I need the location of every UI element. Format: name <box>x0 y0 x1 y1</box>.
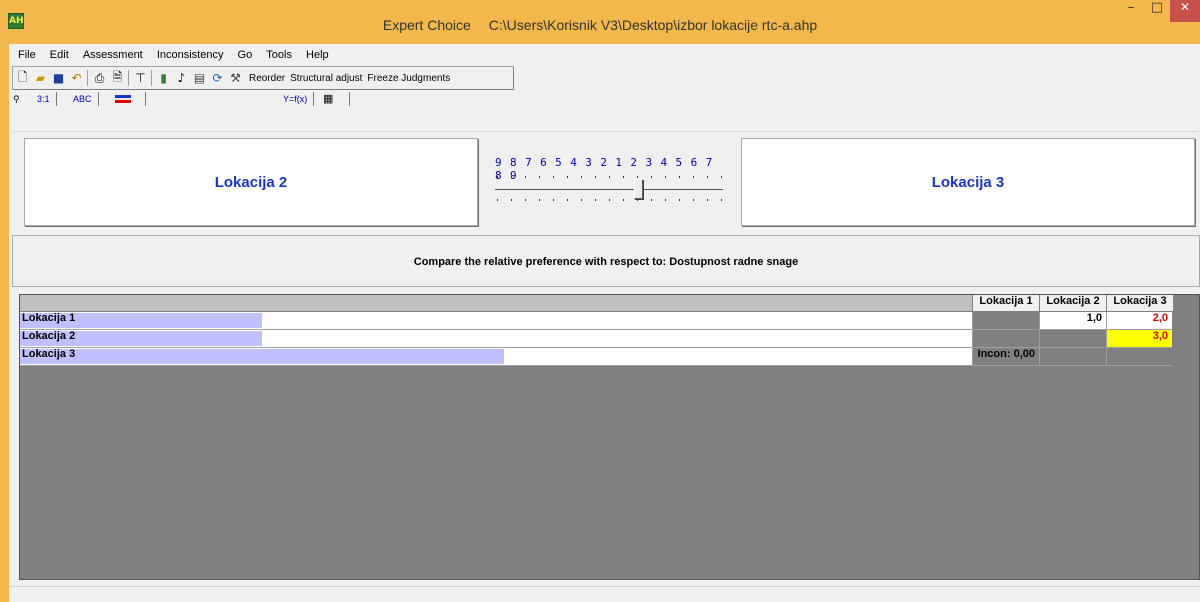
file-path: C:\Users\Korisnik V3\Desktop\izbor lokac… <box>488 17 818 33</box>
menu-bar: File Edit Assessment Inconsistency Go To… <box>9 44 1200 64</box>
comparison-mode-tabs: ⚲ 3:1 ABC Y=f(x) ▦ <box>9 92 1200 108</box>
matrix-cell[interactable]: 1,0 <box>1039 312 1106 329</box>
print-icon[interactable]: ⎙ <box>91 70 108 86</box>
reorder-button[interactable]: Reorder <box>249 73 285 84</box>
table-row[interactable]: Lokacija 1 1,0 2,0 <box>20 312 1172 330</box>
menu-tools[interactable]: Tools <box>266 49 292 61</box>
right-item-label: Lokacija 3 <box>931 173 1005 191</box>
new-file-icon[interactable]: 🗋 <box>14 70 31 86</box>
menu-assessment[interactable]: Assessment <box>83 49 143 61</box>
toolbar: 🗋 ▰ ■ ↶ ⎙ 🗎 ⊤ ▮ ♪ ▤ ⟳ ⚒ Reorder Structur… <box>12 66 514 90</box>
toolbar-separator <box>87 70 88 86</box>
slider-track[interactable] <box>495 189 723 190</box>
matrix-cell[interactable] <box>972 312 1039 329</box>
close-button[interactable]: ✕ <box>1170 0 1200 22</box>
menu-edit[interactable]: Edit <box>50 49 69 61</box>
tab-table[interactable]: ▦ <box>319 92 350 106</box>
save-icon[interactable]: ■ <box>50 70 67 86</box>
matrix-header: Lokacija 1 Lokacija 2 Lokacija 3 <box>20 295 1173 312</box>
tab-formula[interactable]: Y=f(x) <box>279 92 315 106</box>
right-item-box[interactable]: Lokacija 3 <box>741 138 1195 226</box>
calculator-icon[interactable]: ▮ <box>155 70 172 86</box>
matrix-cell[interactable]: 2,0 <box>1106 312 1172 329</box>
status-bar <box>9 586 1200 602</box>
row-label: Lokacija 2 <box>22 330 76 342</box>
scale-minor-ticks <box>497 199 723 203</box>
magic-wand-icon[interactable]: ⚒ <box>227 70 244 86</box>
left-item-box[interactable]: Lokacija 2 <box>24 138 478 226</box>
left-item-label: Lokacija 2 <box>214 173 288 191</box>
title-bar[interactable]: AH Expert Choice C:\Users\Korisnik V3\Des… <box>0 0 1200 44</box>
inconsistency-ratio: Incon: 0,00 <box>972 348 1039 365</box>
row-label: Lokacija 1 <box>22 312 76 324</box>
row-label: Lokacija 3 <box>22 348 76 360</box>
maximize-button[interactable]: □ <box>1144 0 1170 22</box>
refresh-icon[interactable]: ⟳ <box>209 70 226 86</box>
minimize-button[interactable]: – <box>1118 0 1144 22</box>
tab-numeric[interactable]: 3:1 <box>33 92 57 106</box>
binoculars-icon[interactable]: ⚲ <box>13 92 31 106</box>
grid-icon[interactable]: ▤ <box>191 70 208 86</box>
comparison-prompt: Compare the relative preference with res… <box>413 256 799 268</box>
column-header-lokacija-3[interactable]: Lokacija 3 <box>1106 295 1173 311</box>
matrix-cell[interactable] <box>1039 330 1106 347</box>
open-folder-icon[interactable]: ▰ <box>32 70 49 86</box>
menu-go[interactable]: Go <box>238 49 253 61</box>
table-row[interactable]: Lokacija 2 3,0 <box>20 330 1172 348</box>
app-name: Expert Choice <box>382 17 471 33</box>
tab-graphical[interactable] <box>109 92 146 106</box>
table-row[interactable]: Lokacija 3 Incon: 0,00 <box>20 348 1172 366</box>
matrix-cell-selected[interactable]: 3,0 <box>1106 330 1172 347</box>
hierarchy-icon[interactable]: ⊤ <box>132 70 149 86</box>
column-header-lokacija-1[interactable]: Lokacija 1 <box>972 295 1039 311</box>
undo-icon[interactable]: ↶ <box>68 70 85 86</box>
matrix-cell[interactable] <box>1106 348 1172 365</box>
matrix-cell[interactable] <box>1039 348 1106 365</box>
toolbar-separator <box>151 70 152 86</box>
menu-inconsistency[interactable]: Inconsistency <box>157 49 224 61</box>
window-title: Expert Choice C:\Users\Korisnik V3\Deskto… <box>0 17 1200 33</box>
priority-bar <box>20 349 504 364</box>
menu-file[interactable]: File <box>18 49 36 61</box>
client-area: File Edit Assessment Inconsistency Go To… <box>9 44 1200 602</box>
comparison-scale[interactable]: 9 8 7 6 5 4 3 2 1 2 3 4 5 6 7 8 9 <box>487 146 727 216</box>
sound-icon[interactable]: ♪ <box>173 70 190 86</box>
print-preview-icon[interactable]: 🗎 <box>109 70 126 86</box>
top-strip <box>12 121 1198 132</box>
comparison-prompt-pane: Compare the relative preference with res… <box>12 235 1200 287</box>
column-header-lokacija-2[interactable]: Lokacija 2 <box>1039 295 1106 311</box>
tab-verbal[interactable]: ABC <box>69 92 99 106</box>
comparison-matrix: Lokacija 1 Lokacija 2 Lokacija 3 Lokacij… <box>19 294 1200 580</box>
slider-thumb[interactable] <box>634 179 643 199</box>
freeze-judgments-button[interactable]: Freeze Judgments <box>367 73 450 84</box>
structural-adjust-button[interactable]: Structural adjust <box>290 73 362 84</box>
menu-help[interactable]: Help <box>306 49 329 61</box>
scale-ticks <box>497 176 723 182</box>
matrix-cell[interactable] <box>972 330 1039 347</box>
toolbar-separator <box>128 70 129 86</box>
